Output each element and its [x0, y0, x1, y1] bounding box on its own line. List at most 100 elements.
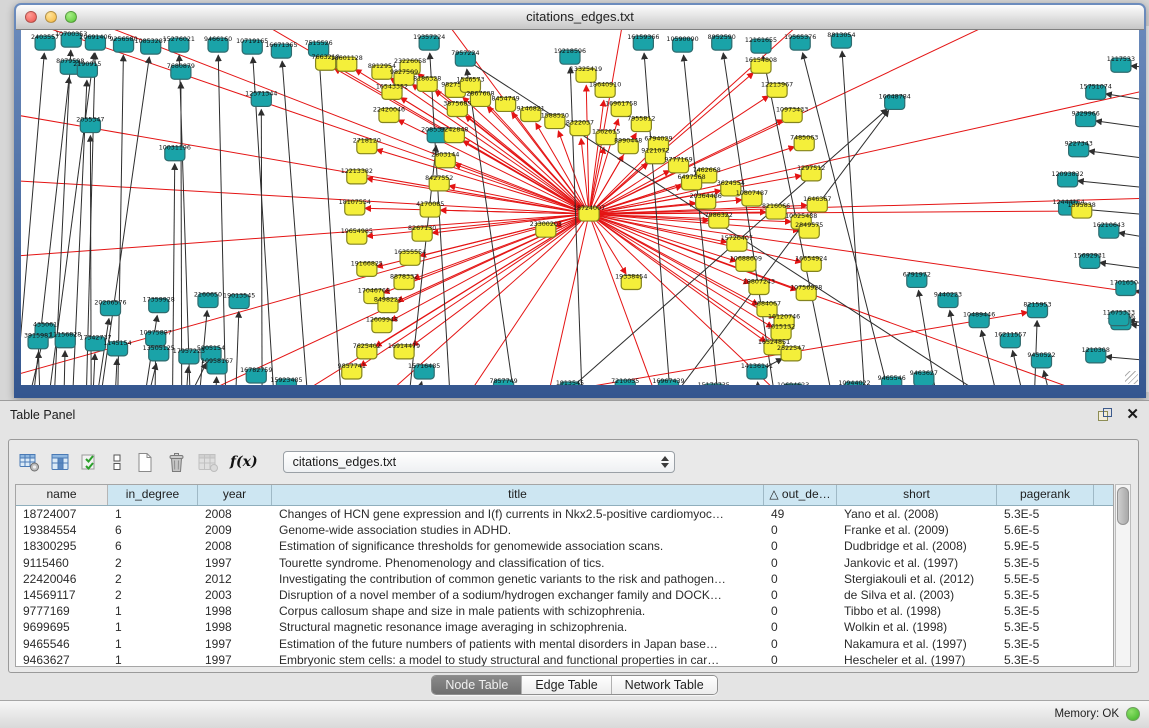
graph-node[interactable]: 1297512: [797, 165, 825, 181]
graph-node[interactable]: 10688609: [730, 255, 762, 271]
graph-node[interactable]: 19338454: [615, 273, 647, 289]
graph-node[interactable]: 8498222: [374, 297, 402, 313]
graph-node[interactable]: 10975887: [140, 330, 172, 346]
graph-node[interactable]: 1595838: [1068, 202, 1096, 218]
window-titlebar[interactable]: citations_edges.txt: [16, 5, 1144, 30]
column-header-title[interactable]: title: [272, 485, 764, 505]
resize-grip-icon[interactable]: [1125, 371, 1138, 384]
table-cell-pagerank[interactable]: 5.3E-5: [997, 555, 1094, 571]
graph-node[interactable]: 14136141: [741, 363, 773, 379]
table-scrollbar[interactable]: [1115, 484, 1131, 667]
table-cell-year[interactable]: 1998: [198, 619, 272, 635]
table-cell-short[interactable]: de Silva et al. (2003): [837, 587, 997, 603]
graph-node[interactable]: 7680879: [167, 63, 195, 79]
table-cell-short[interactable]: Franke et al. (2009): [837, 522, 997, 538]
select-rows-icon[interactable]: [81, 449, 99, 475]
graph-node[interactable]: 11156828: [49, 332, 81, 348]
graph-node[interactable]: 16648784: [879, 93, 911, 109]
column-header-year[interactable]: year: [198, 485, 272, 505]
table-cell-out_degree[interactable]: 0: [764, 636, 837, 652]
graph-node[interactable]: 16543352: [376, 83, 408, 99]
table-cell-out_degree[interactable]: 0: [764, 555, 837, 571]
graph-node[interactable]: 19218596: [554, 48, 586, 64]
table-cell-pagerank[interactable]: 5.3E-5: [997, 619, 1094, 635]
table-cell-title[interactable]: Estimation of the future numbers of pati…: [272, 636, 764, 652]
graph-node[interactable]: 17016504: [1110, 279, 1139, 295]
graph-node[interactable]: 1615132: [767, 324, 795, 340]
graph-node[interactable]: 7986322: [705, 212, 733, 228]
table-cell-in_degree[interactable]: 6: [108, 538, 198, 554]
table-cell-title[interactable]: Estimation of significance thresholds fo…: [272, 538, 764, 554]
graph-node[interactable]: 9256580: [109, 36, 137, 52]
graph-node[interactable]: 7955812: [627, 116, 655, 132]
table-row[interactable]: 2242004622012Investigating the contribut…: [16, 571, 1113, 587]
graph-node[interactable]: 8952590: [708, 34, 736, 50]
graph-node[interactable]: 8186328: [413, 75, 441, 91]
table-cell-pagerank[interactable]: 5.3E-5: [997, 603, 1094, 619]
table-cell-in_degree[interactable]: 2: [108, 555, 198, 571]
table-cell-title[interactable]: Embryonic stem cells: a model to study s…: [272, 652, 764, 667]
table-cell-out_degree[interactable]: 0: [764, 587, 837, 603]
table-cell-title[interactable]: Structural magnetic resonance image aver…: [272, 619, 764, 635]
graph-node[interactable]: 13325419: [570, 66, 602, 82]
table-row[interactable]: 1456911722003Disruption of a novel membe…: [16, 587, 1113, 603]
tab-node-table[interactable]: Node Table: [432, 676, 522, 694]
graph-node[interactable]: 10756928: [790, 284, 822, 300]
graph-node[interactable]: 10694623: [777, 382, 809, 385]
table-cell-year[interactable]: 2009: [198, 522, 272, 538]
table-cell-year[interactable]: 2003: [198, 587, 272, 603]
table-cell-out_degree[interactable]: 0: [764, 603, 837, 619]
graph-node[interactable]: 16782759: [240, 367, 272, 383]
graph-node[interactable]: 7957224: [451, 50, 479, 66]
graph-node[interactable]: 18640910: [589, 81, 621, 97]
graph-node[interactable]: 16211557: [994, 332, 1026, 348]
graph-node[interactable]: 8322037: [566, 120, 594, 136]
graph-node[interactable]: 7485063: [790, 135, 818, 151]
table-cell-name[interactable]: 9115460: [16, 555, 108, 571]
table-row[interactable]: 977716911998Corpus callosum shape and si…: [16, 603, 1113, 619]
graph-node[interactable]: 2055347: [76, 117, 104, 133]
graph-node[interactable]: 8427552: [425, 175, 453, 191]
table-cell-pagerank[interactable]: 5.3E-5: [997, 587, 1094, 603]
graph-node[interactable]: 19166825: [351, 260, 383, 276]
graph-node[interactable]: 9465546: [878, 375, 906, 385]
graph-node[interactable]: 12213967: [761, 81, 793, 97]
table-cell-out_degree[interactable]: 0: [764, 652, 837, 667]
graph-node[interactable]: 12609948: [366, 317, 398, 333]
graph-node[interactable]: 9450522: [1027, 352, 1055, 368]
graph-node[interactable]: 8813054: [827, 32, 855, 48]
column-header-pagerank[interactable]: pagerank: [997, 485, 1094, 505]
table-cell-in_degree[interactable]: 1: [108, 636, 198, 652]
graph-node[interactable]: 8267130: [408, 225, 436, 241]
graph-node[interactable]: 12093832: [1052, 171, 1084, 187]
table-cell-pagerank[interactable]: 5.3E-5: [997, 652, 1094, 667]
graph-node[interactable]: 16154808: [745, 57, 777, 73]
float-panel-icon[interactable]: [1097, 407, 1113, 422]
table-cell-name[interactable]: 14569117: [16, 587, 108, 603]
import-table-icon[interactable]: [198, 449, 219, 475]
table-cell-in_degree[interactable]: 1: [108, 619, 198, 635]
table-row[interactable]: 946554611997Estimation of the future num…: [16, 636, 1113, 652]
table-cell-pagerank[interactable]: 5.9E-5: [997, 538, 1094, 554]
graph-node[interactable]: 15923485: [270, 377, 302, 385]
graph-node[interactable]: 9777169: [664, 157, 692, 173]
delete-table-icon[interactable]: [166, 449, 187, 475]
table-cell-short[interactable]: Hescheler et al. (1997): [837, 652, 997, 667]
table-cell-out_degree[interactable]: 0: [764, 619, 837, 635]
graph-node[interactable]: 1145154: [103, 340, 131, 356]
table-cell-pagerank[interactable]: 5.5E-5: [997, 571, 1094, 587]
graph-node[interactable]: 6497568: [678, 174, 706, 190]
table-cell-short[interactable]: Yano et al. (2008): [837, 506, 997, 522]
graph-node[interactable]: 10958167: [201, 358, 233, 374]
graph-node[interactable]: 16914479: [388, 343, 420, 359]
graph-node[interactable]: 9463627: [910, 370, 938, 385]
graph-node[interactable]: 1588520: [541, 112, 569, 128]
graph-node[interactable]: 15751074: [1080, 83, 1112, 99]
graph-node[interactable]: 20364486: [690, 193, 722, 209]
graph-node[interactable]: 2718120: [353, 138, 381, 154]
table-cell-title[interactable]: Disruption of a novel member of a sodium…: [272, 587, 764, 603]
graph-node[interactable]: 7210035: [611, 378, 639, 385]
table-cell-in_degree[interactable]: 1: [108, 603, 198, 619]
graph-node[interactable]: 8878332: [390, 273, 418, 289]
graph-node[interactable]: 12571344: [245, 90, 277, 106]
